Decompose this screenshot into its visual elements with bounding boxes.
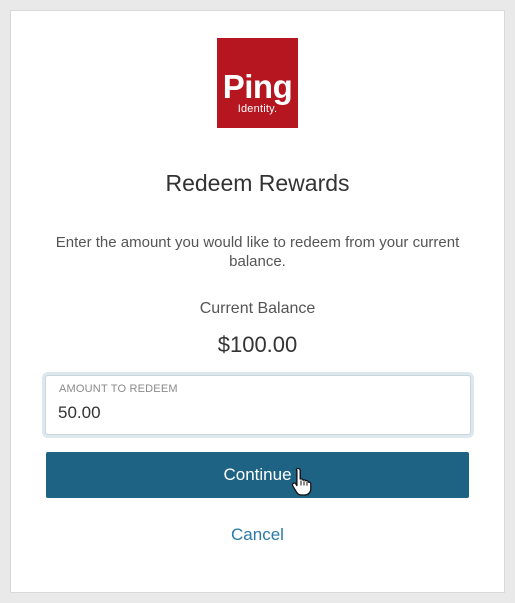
hand-pointer-icon	[291, 467, 312, 496]
page-title: Redeem Rewards	[165, 170, 350, 196]
amount-to-redeem-field[interactable]: AMOUNT TO REDEEM	[45, 375, 471, 435]
logo-subtext: Identity.	[237, 103, 278, 115]
continue-button[interactable]: Continue	[46, 452, 469, 498]
current-balance-value: $100.00	[217, 332, 298, 357]
current-balance-label: Current Balance	[199, 300, 316, 317]
cancel-link[interactable]: Cancel	[0, 525, 515, 545]
logo-word: Ping	[222, 68, 293, 105]
ping-identity-logo: Ping Identity.	[217, 38, 298, 128]
amount-field-label: AMOUNT TO REDEEM	[59, 383, 178, 395]
amount-input[interactable]	[58, 401, 448, 425]
description-text: Enter the amount you would like to redee…	[55, 234, 460, 270]
